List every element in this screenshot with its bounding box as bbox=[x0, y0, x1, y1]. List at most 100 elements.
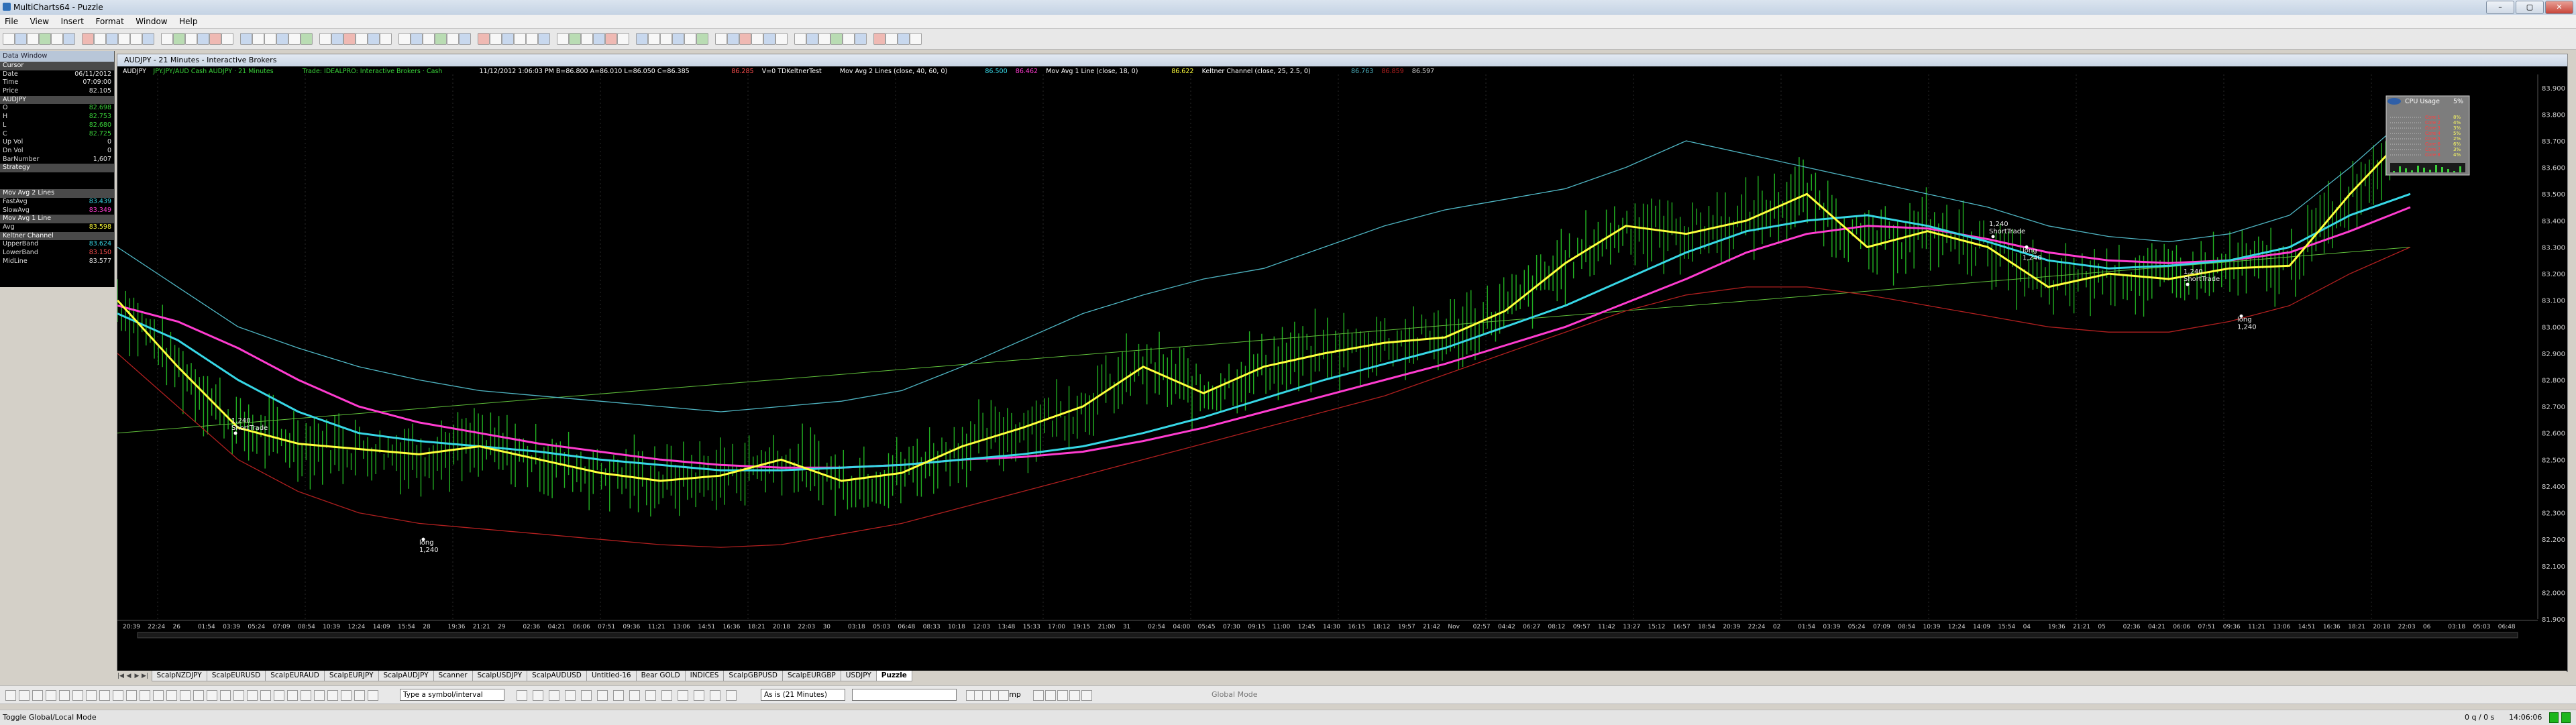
drawing-tool-icon[interactable] bbox=[32, 690, 43, 701]
toolbar-button-1[interactable] bbox=[3, 33, 15, 45]
toolbar-button-29[interactable] bbox=[368, 33, 380, 45]
drawing-tool-icon[interactable] bbox=[99, 690, 110, 701]
drawing-tool-icon[interactable] bbox=[46, 690, 56, 701]
toolbar-button-63[interactable] bbox=[818, 33, 830, 45]
drawing-tool-icon[interactable] bbox=[1057, 690, 1068, 701]
global-mode-toggle[interactable]: Global Mode bbox=[1212, 690, 1258, 699]
menu-help[interactable]: Help bbox=[174, 15, 202, 28]
toolbar-button-44[interactable] bbox=[569, 33, 581, 45]
toolbar-button-46[interactable] bbox=[593, 33, 605, 45]
drawing-tool-icon[interactable] bbox=[153, 690, 164, 701]
drawing-tool-icon[interactable] bbox=[678, 690, 688, 701]
toolbar-button-52[interactable] bbox=[672, 33, 684, 45]
drawing-tool-icon[interactable] bbox=[694, 690, 704, 701]
toolbar-button-41[interactable] bbox=[526, 33, 538, 45]
drawing-tool-icon[interactable] bbox=[301, 690, 311, 701]
toolbar-button-47[interactable] bbox=[605, 33, 617, 45]
toolbar-button-31[interactable] bbox=[398, 33, 411, 45]
tab-usdjpy[interactable]: USDJPY bbox=[840, 671, 877, 681]
toolbar-button-51[interactable] bbox=[660, 33, 672, 45]
toolbar-button-30[interactable] bbox=[380, 33, 392, 45]
toolbar-button-58[interactable] bbox=[751, 33, 763, 45]
toolbar-button-16[interactable] bbox=[197, 33, 209, 45]
drawing-tool-icon[interactable] bbox=[220, 690, 231, 701]
toolbar-button-37[interactable] bbox=[478, 33, 490, 45]
tab-scalpeurjpy[interactable]: ScalpEURJPY bbox=[323, 671, 379, 681]
drawing-tool-icon[interactable] bbox=[327, 690, 338, 701]
toolbar-button-61[interactable] bbox=[794, 33, 806, 45]
drawing-tool-icon[interactable] bbox=[341, 690, 352, 701]
menu-view[interactable]: View bbox=[25, 15, 54, 28]
close-button[interactable]: ✕ bbox=[2545, 1, 2573, 14]
tab-next-icon[interactable]: ▶ bbox=[133, 673, 141, 679]
drawing-tool-icon[interactable] bbox=[260, 690, 271, 701]
toolbar-button-17[interactable] bbox=[209, 33, 221, 45]
drawing-tool-icon[interactable] bbox=[233, 690, 244, 701]
chart-scrollbar[interactable] bbox=[137, 632, 2518, 638]
toolbar-button-32[interactable] bbox=[411, 33, 423, 45]
drawing-tool-icon[interactable] bbox=[274, 690, 284, 701]
toolbar-button-8[interactable] bbox=[94, 33, 106, 45]
drawing-tool-icon[interactable] bbox=[180, 690, 191, 701]
drawing-tool-icon[interactable] bbox=[86, 690, 97, 701]
toolbar-button-11[interactable] bbox=[130, 33, 142, 45]
tab-scalpnzdjpy[interactable]: ScalpNZDJPY bbox=[151, 671, 207, 681]
price-chart[interactable]: 1,240ShortTradelong1,2401,240ShortTradel… bbox=[117, 66, 2567, 671]
drawing-tool-icon[interactable] bbox=[517, 690, 527, 701]
toolbar-button-50[interactable] bbox=[648, 33, 660, 45]
toolbar-button-43[interactable] bbox=[557, 33, 569, 45]
drawing-tool-icon[interactable] bbox=[247, 690, 258, 701]
toolbar-button-40[interactable] bbox=[514, 33, 526, 45]
toolbar-button-3[interactable] bbox=[27, 33, 39, 45]
tab-prev-icon[interactable]: ◀ bbox=[125, 673, 133, 679]
toolbar-button-13[interactable] bbox=[161, 33, 173, 45]
drawing-tool-icon[interactable] bbox=[354, 690, 365, 701]
toolbar-button-26[interactable] bbox=[331, 33, 343, 45]
tab-scalpeuraud[interactable]: ScalpEURAUD bbox=[265, 671, 325, 681]
toolbar-button-69[interactable] bbox=[898, 33, 910, 45]
toolbar-button-24[interactable] bbox=[301, 33, 313, 45]
drawing-tool-icon[interactable] bbox=[710, 690, 720, 701]
tab-first-icon[interactable]: |◀ bbox=[117, 673, 125, 679]
drawing-tool-icon[interactable] bbox=[140, 690, 150, 701]
drawing-tool-icon[interactable] bbox=[314, 690, 325, 701]
toolbar-button-56[interactable] bbox=[727, 33, 739, 45]
drawing-tool-icon[interactable] bbox=[565, 690, 576, 701]
toolbar-button-62[interactable] bbox=[806, 33, 818, 45]
toolbar-button-33[interactable] bbox=[423, 33, 435, 45]
menu-window[interactable]: Window bbox=[131, 15, 172, 28]
drawing-tool-icon[interactable] bbox=[287, 690, 298, 701]
toolbar-button-45[interactable] bbox=[581, 33, 593, 45]
tab-scalpusdjpy[interactable]: ScalpUSDJPY bbox=[472, 671, 528, 681]
drawing-tool-icon[interactable] bbox=[166, 690, 177, 701]
toolbar-button-35[interactable] bbox=[447, 33, 459, 45]
toolbar-button-22[interactable] bbox=[276, 33, 288, 45]
drawing-tool-icon[interactable] bbox=[726, 690, 737, 701]
toolbar-button-55[interactable] bbox=[715, 33, 727, 45]
symbol-input[interactable]: Type a symbol/interval bbox=[400, 689, 504, 701]
drawing-tool-icon[interactable] bbox=[113, 690, 123, 701]
toolbar-button-59[interactable] bbox=[763, 33, 775, 45]
toolbar-button-12[interactable] bbox=[142, 33, 154, 45]
toolbar-button-34[interactable] bbox=[435, 33, 447, 45]
drawing-tool-icon[interactable] bbox=[1045, 690, 1056, 701]
tab-last-icon[interactable]: ▶| bbox=[141, 673, 149, 679]
tab-scalpgbpusd[interactable]: ScalpGBPUSD bbox=[723, 671, 783, 681]
menu-file[interactable]: File bbox=[0, 15, 23, 28]
drawing-tool-icon[interactable] bbox=[998, 690, 1009, 701]
toolbar-button-7[interactable] bbox=[82, 33, 94, 45]
toolbar-button-20[interactable] bbox=[252, 33, 264, 45]
toolbar-button-64[interactable] bbox=[830, 33, 843, 45]
drawing-tool-icon[interactable] bbox=[59, 690, 70, 701]
drawing-tool-icon[interactable] bbox=[193, 690, 204, 701]
toolbar-button-15[interactable] bbox=[185, 33, 197, 45]
toolbar-button-39[interactable] bbox=[502, 33, 514, 45]
drawing-tool-icon[interactable] bbox=[629, 690, 640, 701]
toolbar-button-66[interactable] bbox=[855, 33, 867, 45]
toolbar-button-14[interactable] bbox=[173, 33, 185, 45]
toolbar-button-2[interactable] bbox=[15, 33, 27, 45]
drawing-tool-icon[interactable] bbox=[5, 690, 16, 701]
menu-insert[interactable]: Insert bbox=[56, 15, 89, 28]
time-field[interactable] bbox=[852, 689, 957, 701]
toolbar-button-4[interactable] bbox=[39, 33, 51, 45]
